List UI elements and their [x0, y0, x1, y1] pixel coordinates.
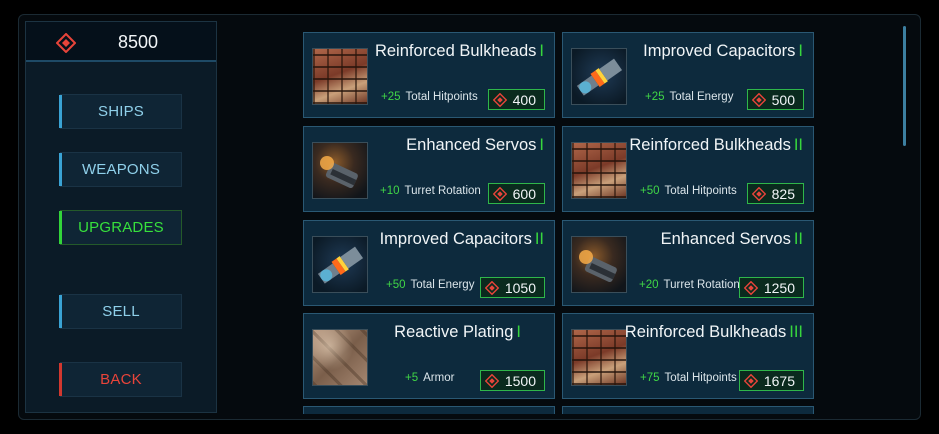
- price-value: 1250: [763, 279, 795, 296]
- back-button[interactable]: BACK: [59, 362, 182, 397]
- upgrade-title: Enhanced Servos I: [406, 136, 544, 154]
- upgrade-title: Improved Capacitors II: [379, 230, 544, 248]
- gem-icon: [492, 92, 507, 107]
- servo-icon: [571, 236, 627, 293]
- price-value: 1050: [504, 279, 536, 296]
- bonus-value: +20: [639, 279, 659, 291]
- gem-icon: [492, 186, 507, 201]
- capacitor-icon: [571, 48, 627, 105]
- sidebar: 8500 SHIPS WEAPONS UPGRADES SELL BACK: [25, 21, 217, 413]
- gem-icon: [751, 92, 766, 107]
- upgrade-title: Reactive Plating I: [394, 323, 521, 341]
- currency-display: 8500: [26, 22, 216, 62]
- upgrade-title: Improved Capacitors I: [643, 42, 803, 60]
- upgrade-bonus: +5 Armor: [405, 372, 454, 384]
- bonus-value: +25: [381, 91, 401, 103]
- gem-icon: [743, 373, 758, 388]
- upgrade-bonus: +25 Total Energy: [645, 91, 733, 103]
- tier-label: II: [793, 230, 803, 248]
- scrollbar[interactable]: [903, 26, 906, 146]
- upgrade-bonus: +50 Total Hitpoints: [640, 185, 737, 197]
- upgrade-card[interactable]: Reinforced Bulkheads I +25 Total Hitpoints…: [303, 32, 555, 118]
- sell-button-label: SELL: [102, 303, 140, 320]
- weapons-button[interactable]: WEAPONS: [59, 152, 182, 187]
- bonus-label: Total Hitpoints: [664, 372, 737, 384]
- upgrade-title: Reinforced Bulkheads I: [374, 42, 544, 60]
- price-value: 1500: [504, 372, 536, 389]
- gem-icon: [751, 186, 766, 201]
- buy-button[interactable]: 400: [487, 89, 545, 110]
- upgrade-title: Reinforced Bulkheads II: [629, 136, 803, 154]
- price-value: 400: [512, 91, 536, 108]
- bonus-label: Armor: [423, 372, 455, 384]
- bonus-value: +50: [640, 185, 660, 197]
- buy-button[interactable]: 1500: [479, 370, 545, 391]
- upgrade-card[interactable]: Reinforced Bulkheads III +75 Total Hitpoin…: [562, 313, 814, 399]
- tier-label: II: [793, 136, 803, 154]
- bulkheads-icon: [571, 329, 627, 386]
- weapons-button-label: WEAPONS: [81, 161, 161, 178]
- price-value: 600: [512, 185, 536, 202]
- buy-button[interactable]: 825: [746, 183, 804, 204]
- tier-label: III: [789, 323, 803, 341]
- gem-icon: [484, 280, 499, 295]
- buy-button[interactable]: 1675: [738, 370, 804, 391]
- upgrade-card-partial[interactable]: [303, 406, 555, 414]
- tier-label: I: [539, 42, 544, 60]
- upgrade-card[interactable]: Reinforced Bulkheads II +50 Total Hitpoint…: [562, 126, 814, 212]
- upgrades-button[interactable]: UPGRADES: [59, 210, 182, 245]
- sell-button[interactable]: SELL: [59, 294, 182, 329]
- upgrade-card[interactable]: Improved Capacitors II +50 Total Energy 10…: [303, 220, 555, 306]
- price-value: 825: [771, 185, 795, 202]
- upgrade-card-partial[interactable]: [562, 406, 814, 414]
- bonus-value: +50: [386, 279, 406, 291]
- upgrade-bonus: +20 Turret Rotation: [639, 279, 740, 291]
- back-button-label: BACK: [100, 371, 142, 388]
- plating-icon: [312, 329, 368, 386]
- bonus-value: +75: [640, 372, 660, 384]
- bonus-label: Total Hitpoints: [405, 91, 478, 103]
- gem-icon: [743, 280, 758, 295]
- upgrade-title: Enhanced Servos II: [660, 230, 803, 248]
- bulkheads-icon: [312, 48, 368, 105]
- price-value: 500: [771, 91, 795, 108]
- upgrade-bonus: +75 Total Hitpoints: [640, 372, 737, 384]
- buy-button[interactable]: 600: [487, 183, 545, 204]
- upgrade-bonus: +50 Total Energy: [386, 279, 474, 291]
- price-value: 1675: [763, 372, 795, 389]
- bonus-value: +25: [645, 91, 665, 103]
- bonus-label: Turret Rotation: [404, 185, 481, 197]
- tier-label: II: [534, 230, 544, 248]
- upgrade-card[interactable]: Enhanced Servos I +10 Turret Rotation 600: [303, 126, 555, 212]
- bulkheads-icon: [571, 142, 627, 199]
- upgrades-button-label: UPGRADES: [78, 219, 164, 236]
- ships-button-label: SHIPS: [97, 103, 144, 120]
- bonus-label: Total Hitpoints: [664, 185, 737, 197]
- bonus-label: Turret Rotation: [663, 279, 740, 291]
- gem-icon: [56, 33, 76, 53]
- upgrade-bonus: +10 Turret Rotation: [380, 185, 481, 197]
- bonus-label: Total Energy: [410, 279, 475, 291]
- buy-button[interactable]: 1250: [738, 277, 804, 298]
- bonus-label: Total Energy: [669, 91, 734, 103]
- gem-icon: [484, 373, 499, 388]
- upgrade-bonus: +25 Total Hitpoints: [381, 91, 478, 103]
- upgrade-title: Reinforced Bulkheads III: [624, 323, 803, 341]
- tier-label: I: [539, 136, 544, 154]
- bonus-value: +10: [380, 185, 400, 197]
- currency-amount: 8500: [118, 32, 159, 52]
- tier-label: I: [798, 42, 803, 60]
- tier-label: I: [516, 323, 521, 341]
- ships-button[interactable]: SHIPS: [59, 94, 182, 129]
- upgrade-card[interactable]: Enhanced Servos II +20 Turret Rotation 125…: [562, 220, 814, 306]
- bonus-value: +5: [405, 372, 419, 384]
- buy-button[interactable]: 1050: [479, 277, 545, 298]
- upgrade-card[interactable]: Reactive Plating I +5 Armor 1500: [303, 313, 555, 399]
- servo-icon: [312, 142, 368, 199]
- buy-button[interactable]: 500: [746, 89, 804, 110]
- capacitor-icon: [312, 236, 368, 293]
- upgrade-card[interactable]: Improved Capacitors I +25 Total Energy 500: [562, 32, 814, 118]
